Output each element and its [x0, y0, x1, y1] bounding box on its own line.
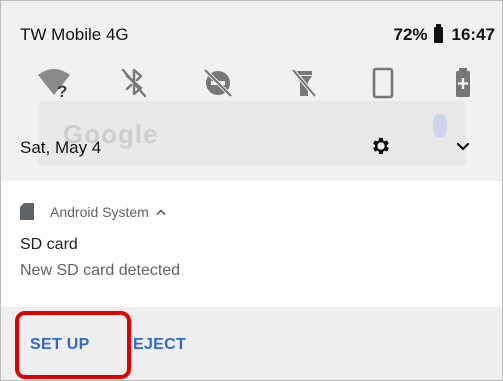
notification-title: SD card [20, 236, 78, 253]
battery-saver-icon[interactable] [445, 65, 481, 101]
eject-button[interactable]: EJECT [133, 336, 186, 354]
chevron-down-icon[interactable] [454, 138, 472, 156]
status-bar: TW Mobile 4G 72% 16:47 [1, 1, 502, 55]
chevron-up-icon[interactable] [155, 206, 167, 218]
do-not-disturb-off-icon[interactable] [200, 65, 236, 101]
rotation-icon[interactable] [365, 65, 401, 101]
screen: Google TW Mobile 4G 72% 16:47 ? Sat, May… [0, 0, 503, 381]
notification-text: New SD card detected [20, 262, 181, 279]
app-name: Android System [50, 203, 149, 220]
sd-card-icon [20, 203, 34, 220]
svg-text:?: ? [57, 82, 67, 101]
sd-card-notification[interactable]: Android System SD card New SD card detec… [1, 184, 502, 307]
highlight-box [15, 311, 131, 379]
clock: 16:47 [451, 25, 495, 44]
gear-icon[interactable] [370, 135, 392, 157]
flashlight-off-icon[interactable] [286, 65, 322, 101]
status-right: 72% 16:47 [393, 24, 495, 45]
date-label: Sat, May 4 [20, 138, 102, 157]
wifi-icon[interactable]: ? [36, 65, 72, 101]
bluetooth-off-icon[interactable] [116, 65, 152, 101]
date-row: Sat, May 4 [1, 126, 502, 166]
quick-settings-row: ? [1, 65, 502, 105]
notification-shade: Google TW Mobile 4G 72% 16:47 ? Sat, May… [1, 1, 502, 181]
battery-status-icon [433, 24, 443, 43]
battery-percent: 72% [393, 25, 428, 44]
notification-header: Android System [20, 203, 167, 220]
carrier-label: TW Mobile 4G [20, 25, 129, 44]
